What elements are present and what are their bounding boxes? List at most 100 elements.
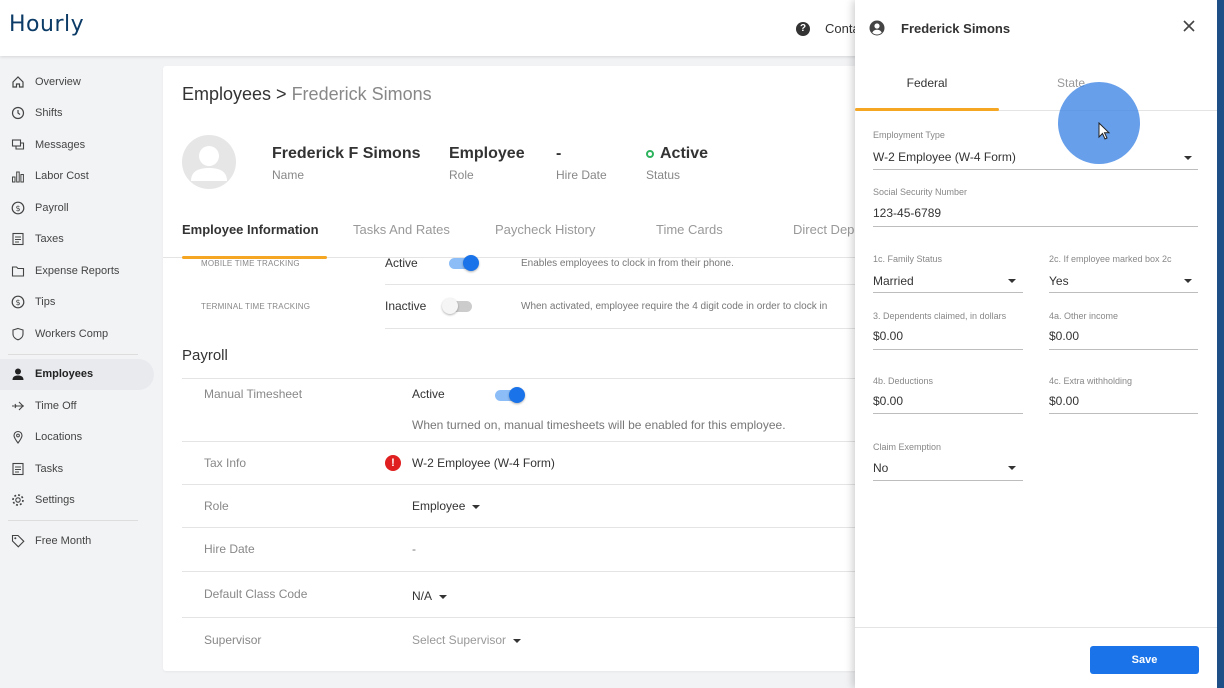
ssn-label: Social Security Number bbox=[873, 187, 968, 197]
employee-name-label: Name bbox=[272, 168, 305, 182]
extra-withholding-input[interactable]: $0.00 bbox=[1049, 394, 1079, 408]
payroll-section-title: Payroll bbox=[182, 347, 228, 364]
window-edge bbox=[1217, 0, 1224, 688]
breadcrumb-current: Frederick Simons bbox=[291, 84, 432, 104]
hire-date-value[interactable]: - bbox=[412, 542, 416, 556]
sidebar-item-shifts[interactable]: Shifts bbox=[0, 98, 160, 130]
breadcrumb: Employees > Frederick Simons bbox=[182, 84, 432, 105]
hire-date-label: Hire Date bbox=[204, 542, 255, 556]
close-icon[interactable] bbox=[1179, 16, 1199, 36]
tab-employee-information[interactable]: Employee Information bbox=[182, 214, 327, 259]
box-2c-select[interactable]: Yes bbox=[1049, 274, 1069, 288]
sidebar-item-label: Taxes bbox=[35, 233, 64, 246]
sidebar-item-overview[interactable]: Overview bbox=[0, 66, 160, 98]
role-dropdown[interactable]: Employee bbox=[412, 499, 481, 513]
tab-tasks-and-rates[interactable]: Tasks And Rates bbox=[353, 214, 450, 258]
svg-text:$: $ bbox=[15, 204, 20, 213]
terminal-time-tracking-label: TERMINAL TIME TRACKING bbox=[201, 302, 311, 311]
breadcrumb-employees-link[interactable]: Employees bbox=[182, 84, 271, 104]
sidebar-item-taxes[interactable]: Taxes bbox=[0, 224, 160, 256]
mouse-cursor-icon bbox=[1098, 121, 1112, 142]
home-icon bbox=[10, 74, 26, 90]
sidebar-item-locations[interactable]: Locations bbox=[0, 422, 160, 454]
divider bbox=[182, 617, 863, 618]
sidebar-item-tips[interactable]: $ Tips bbox=[0, 287, 160, 319]
person-icon bbox=[10, 366, 26, 382]
manual-timesheet-label: Manual Timesheet bbox=[204, 387, 303, 401]
chat-icon bbox=[10, 137, 26, 153]
field-underline bbox=[873, 292, 1023, 293]
supervisor-label: Supervisor bbox=[204, 633, 262, 647]
chevron-down-icon bbox=[472, 504, 481, 509]
tag-icon bbox=[10, 533, 26, 549]
manual-timesheet-toggle[interactable] bbox=[493, 387, 525, 403]
save-button[interactable]: Save bbox=[1090, 646, 1199, 674]
sidebar-item-messages[interactable]: Messages bbox=[0, 129, 160, 161]
ssn-input[interactable]: 123-45-6789 bbox=[873, 206, 941, 220]
sidebar-item-time-off[interactable]: Time Off bbox=[0, 390, 160, 422]
claim-exemption-select[interactable]: No bbox=[873, 461, 888, 475]
account-circle-icon bbox=[869, 20, 885, 36]
sidebar: Overview Shifts Messages Labor Cost $ Pa… bbox=[0, 66, 160, 557]
dollar-circle-icon: $ bbox=[10, 294, 26, 310]
extra-withholding-label: 4c. Extra withholding bbox=[1049, 376, 1133, 386]
mobile-time-tracking-value: Active bbox=[385, 256, 418, 270]
employee-hire-date: - bbox=[556, 145, 562, 162]
sidebar-divider bbox=[8, 353, 138, 355]
other-income-input[interactable]: $0.00 bbox=[1049, 329, 1079, 343]
shield-icon bbox=[10, 326, 26, 342]
warning-icon: ! bbox=[385, 455, 401, 471]
svg-text:$: $ bbox=[15, 298, 20, 307]
gear-icon bbox=[10, 492, 26, 508]
sidebar-item-payroll[interactable]: $ Payroll bbox=[0, 192, 160, 224]
field-underline bbox=[1049, 292, 1198, 293]
deductions-input[interactable]: $0.00 bbox=[873, 394, 903, 408]
plane-icon bbox=[10, 398, 26, 414]
field-underline bbox=[1049, 349, 1198, 350]
sidebar-item-expense-reports[interactable]: Expense Reports bbox=[0, 255, 160, 287]
field-underline bbox=[873, 413, 1023, 414]
location-pin-icon bbox=[10, 429, 26, 445]
tab-paycheck-history[interactable]: Paycheck History bbox=[495, 214, 595, 258]
divider bbox=[182, 378, 863, 379]
sidebar-item-employees[interactable]: Employees bbox=[0, 358, 154, 390]
divider bbox=[385, 328, 863, 329]
terminal-time-tracking-toggle[interactable] bbox=[442, 298, 474, 314]
document-icon bbox=[10, 461, 26, 477]
chevron-down-icon bbox=[1184, 279, 1192, 283]
default-class-code-dropdown[interactable]: N/A bbox=[412, 589, 448, 603]
family-status-label: 1c. Family Status bbox=[873, 254, 943, 264]
family-status-select[interactable]: Married bbox=[873, 274, 914, 288]
dependents-input[interactable]: $0.00 bbox=[873, 329, 903, 343]
sidebar-item-label: Tips bbox=[35, 296, 56, 309]
tax-info-panel: Frederick Simons Federal State Employmen… bbox=[855, 0, 1217, 688]
manual-timesheet-description: When turned on, manual timesheets will b… bbox=[412, 418, 786, 432]
sidebar-item-settings[interactable]: Settings bbox=[0, 485, 160, 517]
divider bbox=[385, 284, 863, 285]
default-class-code-value: N/A bbox=[412, 589, 433, 603]
tax-info-link[interactable]: W-2 Employee (W-4 Form) bbox=[412, 456, 555, 470]
divider bbox=[182, 484, 863, 485]
employment-type-select[interactable]: W-2 Employee (W-4 Form) bbox=[873, 150, 1016, 164]
tab-federal[interactable]: Federal bbox=[855, 56, 999, 111]
footer-divider bbox=[855, 627, 1217, 628]
sidebar-item-label: Settings bbox=[35, 494, 75, 507]
divider bbox=[182, 441, 863, 442]
breadcrumb-separator: > bbox=[271, 84, 292, 104]
sidebar-item-label: Employees bbox=[35, 368, 94, 381]
dependents-label: 3. Dependents claimed, in dollars bbox=[873, 311, 1007, 321]
field-underline bbox=[873, 226, 1198, 227]
sidebar-item-tasks[interactable]: Tasks bbox=[0, 453, 160, 485]
mobile-time-tracking-toggle[interactable] bbox=[447, 255, 479, 271]
sidebar-item-free-month[interactable]: Free Month bbox=[0, 525, 160, 557]
employee-name: Frederick F Simons bbox=[272, 145, 421, 162]
tab-time-cards[interactable]: Time Cards bbox=[656, 214, 723, 258]
app-logo[interactable]: Hourly bbox=[9, 12, 84, 37]
chevron-down-icon bbox=[1184, 156, 1192, 160]
sidebar-item-labor-cost[interactable]: Labor Cost bbox=[0, 161, 160, 193]
sidebar-item-workers-comp[interactable]: Workers Comp bbox=[0, 318, 160, 350]
supervisor-dropdown[interactable]: Select Supervisor bbox=[412, 633, 522, 647]
panel-title: Frederick Simons bbox=[901, 21, 1011, 36]
help-icon[interactable]: ? bbox=[796, 22, 810, 36]
tab-direct-deposit[interactable]: Direct Depo bbox=[793, 214, 863, 258]
